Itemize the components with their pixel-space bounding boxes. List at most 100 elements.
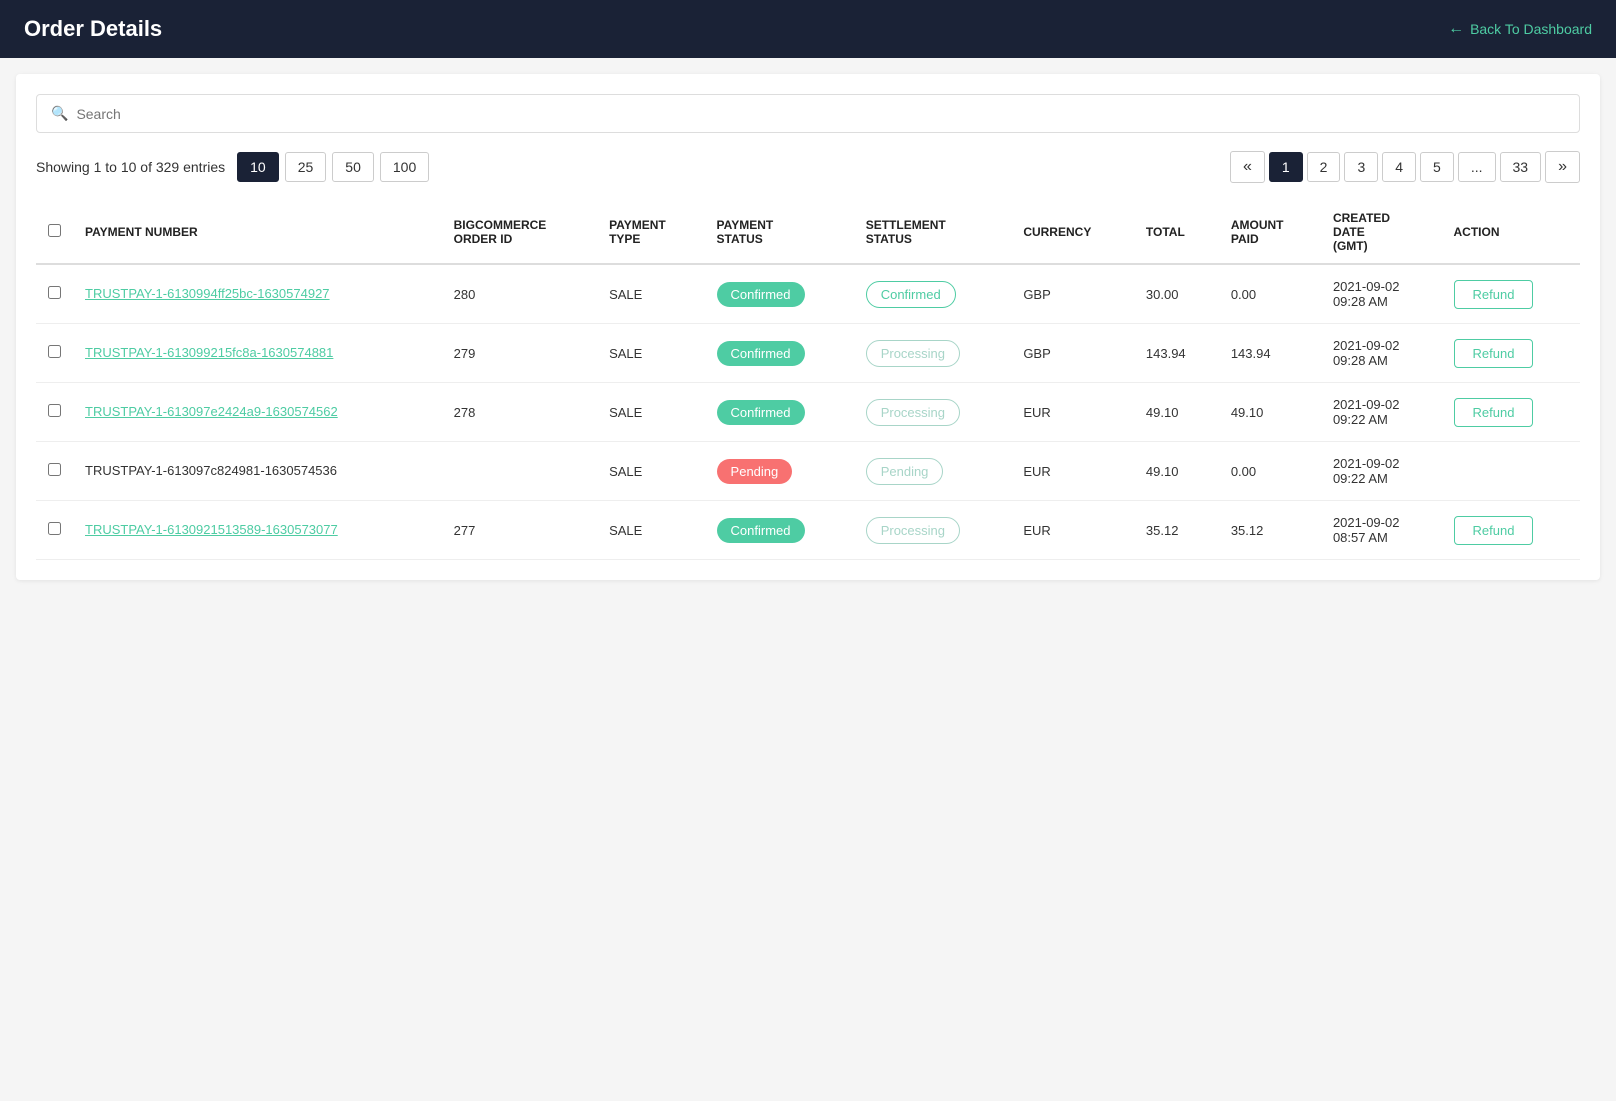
total: 49.10: [1134, 383, 1219, 442]
select-all-checkbox[interactable]: [48, 224, 61, 237]
settlement-status: Processing: [854, 324, 1012, 383]
refund-button[interactable]: Refund: [1454, 398, 1534, 427]
row-checkbox-1[interactable]: [48, 345, 61, 358]
created-date: 2021-09-02 08:57 AM: [1321, 501, 1442, 560]
total: 35.12: [1134, 501, 1219, 560]
settlement-status-badge: Pending: [866, 458, 944, 485]
payment-status-badge: Confirmed: [717, 518, 805, 543]
pagination-page-1[interactable]: 1: [1269, 152, 1303, 182]
col-currency: CURRENCY: [1011, 201, 1134, 264]
payment-number-link[interactable]: TRUSTPAY-1-6130921513589-1630573077: [85, 522, 338, 537]
payment-type: SALE: [597, 383, 704, 442]
payment-number-link[interactable]: TRUSTPAY-1-613099215fc8a-1630574881: [85, 345, 333, 360]
payment-status-badge: Confirmed: [717, 400, 805, 425]
amount-paid: 49.10: [1219, 383, 1321, 442]
pagination-page-2[interactable]: 2: [1307, 152, 1341, 182]
col-amount-paid: AMOUNTPAID: [1219, 201, 1321, 264]
payment-status-badge: Confirmed: [717, 341, 805, 366]
per-page-50[interactable]: 50: [332, 152, 374, 182]
col-created-date: CREATEDDATE(GMT): [1321, 201, 1442, 264]
bigcommerce-order-id: 278: [442, 383, 597, 442]
pagination-next[interactable]: »: [1545, 151, 1580, 183]
total: 30.00: [1134, 264, 1219, 324]
main-content: 🔍 Showing 1 to 10 of 329 entries 10 25 5…: [16, 74, 1600, 580]
row-checkbox-4[interactable]: [48, 522, 61, 535]
payment-number-text: TRUSTPAY-1-613097c824981-1630574536: [85, 463, 337, 478]
pagination-ellipsis: ...: [1458, 152, 1496, 182]
action-cell: Refund: [1442, 264, 1581, 324]
back-to-dashboard-link[interactable]: ← Back To Dashboard: [1448, 20, 1592, 38]
pagination-page-33[interactable]: 33: [1500, 152, 1542, 182]
pagination-page-5[interactable]: 5: [1420, 152, 1454, 182]
action-cell: [1442, 442, 1581, 501]
currency: GBP: [1011, 264, 1134, 324]
settlement-status: Processing: [854, 383, 1012, 442]
row-checkbox-3[interactable]: [48, 463, 61, 476]
back-arrow-icon: ←: [1448, 20, 1464, 38]
payment-status: Confirmed: [705, 324, 854, 383]
col-total: TOTAL: [1134, 201, 1219, 264]
settlement-status: Processing: [854, 501, 1012, 560]
bigcommerce-order-id: [442, 442, 597, 501]
table-row: TRUSTPAY-1-6130921513589-1630573077277SA…: [36, 501, 1580, 560]
created-date: 2021-09-02 09:28 AM: [1321, 264, 1442, 324]
currency: EUR: [1011, 383, 1134, 442]
page-title: Order Details: [24, 16, 162, 42]
pagination-page-3[interactable]: 3: [1344, 152, 1378, 182]
created-date: 2021-09-02 09:22 AM: [1321, 442, 1442, 501]
action-cell: Refund: [1442, 324, 1581, 383]
payment-type: SALE: [597, 442, 704, 501]
col-payment-number: PAYMENT NUMBER: [73, 201, 442, 264]
payment-status: Pending: [705, 442, 854, 501]
currency: EUR: [1011, 442, 1134, 501]
payment-type: SALE: [597, 501, 704, 560]
pagination-prev[interactable]: «: [1230, 151, 1265, 183]
amount-paid: 0.00: [1219, 442, 1321, 501]
select-all-col: [36, 201, 73, 264]
refund-button[interactable]: Refund: [1454, 280, 1534, 309]
col-action: ACTION: [1442, 201, 1581, 264]
payment-type: SALE: [597, 264, 704, 324]
table-row: TRUSTPAY-1-613097c824981-1630574536 SALE P…: [36, 442, 1580, 501]
payment-number-link[interactable]: TRUSTPAY-1-6130994ff25bc-1630574927: [85, 286, 330, 301]
settlement-status-badge: Confirmed: [866, 281, 956, 308]
pagination-page-4[interactable]: 4: [1382, 152, 1416, 182]
bigcommerce-order-id: 280: [442, 264, 597, 324]
refund-button[interactable]: Refund: [1454, 516, 1534, 545]
action-cell: Refund: [1442, 501, 1581, 560]
pagination: « 1 2 3 4 5 ... 33 »: [1230, 151, 1580, 183]
settlement-status: Confirmed: [854, 264, 1012, 324]
amount-paid: 143.94: [1219, 324, 1321, 383]
payment-status-badge: Pending: [717, 459, 793, 484]
amount-paid: 35.12: [1219, 501, 1321, 560]
payment-status: Confirmed: [705, 383, 854, 442]
search-bar: 🔍: [36, 94, 1580, 133]
search-icon: 🔍: [51, 105, 68, 122]
table-row: TRUSTPAY-1-613097e2424a9-1630574562 278SA…: [36, 383, 1580, 442]
payment-number-link[interactable]: TRUSTPAY-1-613097e2424a9-1630574562: [85, 404, 338, 419]
per-page-25[interactable]: 25: [285, 152, 327, 182]
action-cell: Refund: [1442, 383, 1581, 442]
per-page-10[interactable]: 10: [237, 152, 279, 182]
settlement-status-badge: Processing: [866, 517, 960, 544]
col-payment-type: PAYMENTTYPE: [597, 201, 704, 264]
table-row: TRUSTPAY-1-6130994ff25bc-1630574927 280SA…: [36, 264, 1580, 324]
page-header: Order Details ← Back To Dashboard: [0, 0, 1616, 58]
showing-text: Showing 1 to 10 of 329 entries: [36, 159, 225, 175]
table-header-row: PAYMENT NUMBER BIGCOMMERCEORDER ID PAYME…: [36, 201, 1580, 264]
payment-status: Confirmed: [705, 501, 854, 560]
created-date: 2021-09-02 09:22 AM: [1321, 383, 1442, 442]
row-checkbox-0[interactable]: [48, 286, 61, 299]
settlement-status-badge: Processing: [866, 399, 960, 426]
search-input[interactable]: [76, 106, 1565, 122]
amount-paid: 0.00: [1219, 264, 1321, 324]
per-page-buttons: 10 25 50 100: [237, 152, 429, 182]
settlement-status: Pending: [854, 442, 1012, 501]
per-page-100[interactable]: 100: [380, 152, 429, 182]
refund-button[interactable]: Refund: [1454, 339, 1534, 368]
payment-status: Confirmed: [705, 264, 854, 324]
orders-table: PAYMENT NUMBER BIGCOMMERCEORDER ID PAYME…: [36, 201, 1580, 560]
row-checkbox-2[interactable]: [48, 404, 61, 417]
controls-row: Showing 1 to 10 of 329 entries 10 25 50 …: [36, 151, 1580, 183]
created-date: 2021-09-02 09:28 AM: [1321, 324, 1442, 383]
